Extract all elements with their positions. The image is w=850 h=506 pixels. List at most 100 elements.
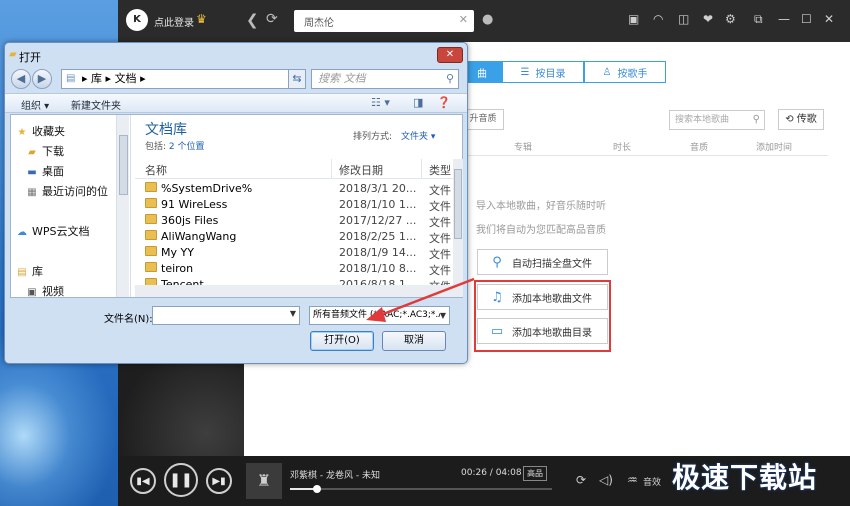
column-album[interactable]: 专辑 — [514, 140, 532, 153]
search-icon: ⚲ — [492, 254, 502, 270]
user-icon: ♙ — [602, 66, 612, 78]
close-icon[interactable]: ✕ — [824, 12, 834, 26]
mini-mode-icon[interactable]: ⧉ — [754, 12, 763, 27]
preview-pane-icon[interactable]: ◨ — [413, 96, 423, 109]
column-type[interactable]: 类型 — [429, 162, 451, 178]
nav-item-desktop[interactable]: ▬ 桌面 — [25, 163, 64, 179]
app-search-input[interactable]: 周杰伦 ✕ — [294, 10, 474, 32]
file-row[interactable]: teiron 2018/1/10 8... 文件 — [135, 261, 453, 277]
new-folder-button[interactable]: 新建文件夹 — [71, 97, 121, 112]
search-icon[interactable]: ⚲ — [446, 70, 454, 88]
volume-icon[interactable]: ◁) — [599, 473, 613, 487]
horizontal-scrollbar[interactable] — [135, 285, 453, 297]
clear-icon[interactable]: ✕ — [459, 13, 468, 26]
breadcrumb-sep: ▸ — [82, 72, 92, 85]
headphone-icon[interactable]: ◠ — [653, 12, 663, 26]
loop-icon[interactable]: ⟳ — [576, 473, 586, 487]
nav-item-wps-cloud[interactable]: ☁ WPS云文档 — [15, 223, 90, 239]
tab-by-song[interactable]: 曲 — [462, 61, 502, 83]
filename-input[interactable]: ▼ — [152, 306, 300, 325]
tab-by-song-label: 曲 — [477, 68, 487, 80]
forward-icon[interactable]: ▶ — [32, 69, 52, 89]
previous-button[interactable]: ▮◀ — [130, 468, 156, 494]
maximize-icon[interactable]: ☐ — [801, 12, 812, 26]
progress-bar[interactable] — [290, 485, 552, 493]
file-row[interactable]: %SystemDrive% 2018/3/1 20... 文件 — [135, 181, 453, 197]
nav-item-recent[interactable]: ▦ 最近访问的位 — [25, 183, 108, 199]
gift-icon[interactable]: ❤ — [703, 12, 713, 26]
library-locations-link[interactable]: 2 个位置 — [169, 142, 205, 152]
file-name: 360js Files — [161, 214, 219, 227]
nav-item-videos[interactable]: ▣ 视频 — [25, 283, 64, 297]
refresh-icon[interactable]: ⟳ — [266, 11, 278, 27]
vip-icon[interactable]: ♛ — [196, 12, 207, 26]
nav-scrollbar[interactable] — [116, 115, 129, 297]
file-row[interactable]: 91 WireLess 2018/1/10 1... 文件 — [135, 197, 453, 213]
column-quality[interactable]: 音质 — [690, 140, 708, 153]
file-row[interactable]: AliWangWang 2018/2/25 1... 文件 — [135, 229, 453, 245]
navigation-pane: ★ 收藏夹 ▰ 下载 ▬ 桌面 ▦ 最近访问的位 ☁ WPS云文档 ▤ 库 ▣ 视频 — [11, 115, 131, 297]
file-name: 91 WireLess — [161, 198, 228, 211]
sort-dropdown[interactable]: 文件夹 ▾ — [401, 129, 435, 142]
game-icon[interactable]: ◫ — [678, 12, 689, 26]
tab-by-artist[interactable]: ♙ 按歌手 — [584, 61, 666, 83]
file-row[interactable]: My YY 2018/1/9 14... 文件 — [135, 245, 453, 261]
nav-item-label: 库 — [32, 265, 43, 278]
upgrade-quality-button[interactable]: 升音质 — [462, 109, 504, 130]
dialog-search-input[interactable]: 搜索 文档 ⚲ — [311, 69, 459, 89]
organize-button[interactable]: 组织 ▾ — [21, 97, 49, 112]
file-list-scrollbar-thumb[interactable] — [454, 169, 462, 239]
playback-time: 00:26 / 04:08 — [461, 468, 522, 478]
breadcrumb-documents[interactable]: 文档 — [115, 72, 137, 85]
column-duration[interactable]: 时长 — [613, 140, 631, 153]
search-icon[interactable]: ⚲ — [753, 111, 760, 129]
sound-effect-icon[interactable]: ♒ — [627, 473, 638, 487]
login-link[interactable]: 点此登录 — [154, 14, 194, 29]
nav-item-libraries[interactable]: ▤ 库 — [15, 263, 43, 279]
column-date[interactable]: 修改日期 — [339, 162, 383, 178]
video-icon: ▣ — [27, 287, 37, 297]
address-bar[interactable]: ▤ ▸ 库 ▸ 文档 ▸ ▼ — [61, 69, 305, 89]
breadcrumb-library[interactable]: 库 — [91, 72, 102, 85]
filename-label: 文件名(N): — [104, 314, 153, 325]
quality-badge[interactable]: 高品 — [523, 466, 547, 481]
pause-button[interactable]: ❚❚ — [164, 463, 198, 497]
chevron-down-icon[interactable]: ▼ — [439, 307, 446, 324]
breadcrumb-sep: ▸ — [140, 72, 146, 85]
back-icon[interactable]: ❮ — [246, 11, 259, 29]
nav-scrollbar-thumb[interactable] — [119, 135, 128, 195]
column-name[interactable]: 名称 — [145, 162, 167, 178]
file-type-filter[interactable]: 所有音频文件 (*.AAC;*.AC3;*.A ▼ — [309, 306, 450, 325]
album-cover[interactable]: ♜ — [246, 463, 282, 499]
progress-handle[interactable] — [313, 485, 322, 493]
mic-icon[interactable]: ● — [482, 12, 493, 27]
column-added-time[interactable]: 添加时间 — [756, 140, 792, 153]
chevron-down-icon[interactable]: ▼ — [290, 309, 296, 318]
file-type: 文件 — [429, 248, 451, 261]
tab-by-folder[interactable]: ☰ 按目录 — [502, 61, 584, 83]
nav-item-downloads[interactable]: ▰ 下载 — [25, 143, 64, 159]
file-list-scrollbar[interactable] — [453, 159, 463, 297]
back-icon[interactable]: ◀ — [11, 69, 31, 89]
help-icon[interactable]: ❓ — [437, 96, 451, 109]
nav-item-favorites[interactable]: ★ 收藏夹 — [15, 123, 65, 139]
scan-disk-button[interactable]: ⚲ 自动扫描全盘文件 — [477, 249, 608, 275]
upload-button[interactable]: ⟲ 传歌 — [778, 109, 824, 130]
nav-item-label: WPS云文档 — [32, 225, 90, 238]
sound-effect-label[interactable]: 音效 — [643, 475, 661, 488]
open-button[interactable]: 打开(O) — [310, 331, 374, 351]
open-file-dialog: ▰ 打开 ✕ ◀ ▶ ▤ ▸ 库 ▸ 文档 ▸ ▼ ⇆ 搜索 文档 ⚲ 组织 ▾… — [4, 42, 468, 364]
refresh-icon[interactable]: ⇆ — [288, 69, 306, 89]
gear-icon[interactable]: ⚙ — [725, 12, 736, 26]
file-name: teiron — [161, 262, 194, 275]
file-row[interactable]: 360js Files 2017/12/27 ... 文件 — [135, 213, 453, 229]
cancel-button[interactable]: 取消 — [382, 331, 446, 351]
minimize-icon[interactable]: — — [778, 12, 790, 26]
view-menu-icon[interactable]: ☷ ▾ — [371, 96, 390, 109]
local-search-input[interactable]: 搜索本地歌曲 ⚲ — [669, 110, 765, 130]
folder-icon — [145, 198, 157, 208]
dialog-close-button[interactable]: ✕ — [437, 47, 463, 63]
skin-icon[interactable]: ▣ — [628, 12, 639, 26]
library-title: 文档库 — [145, 122, 187, 138]
next-button[interactable]: ▶▮ — [206, 468, 232, 494]
